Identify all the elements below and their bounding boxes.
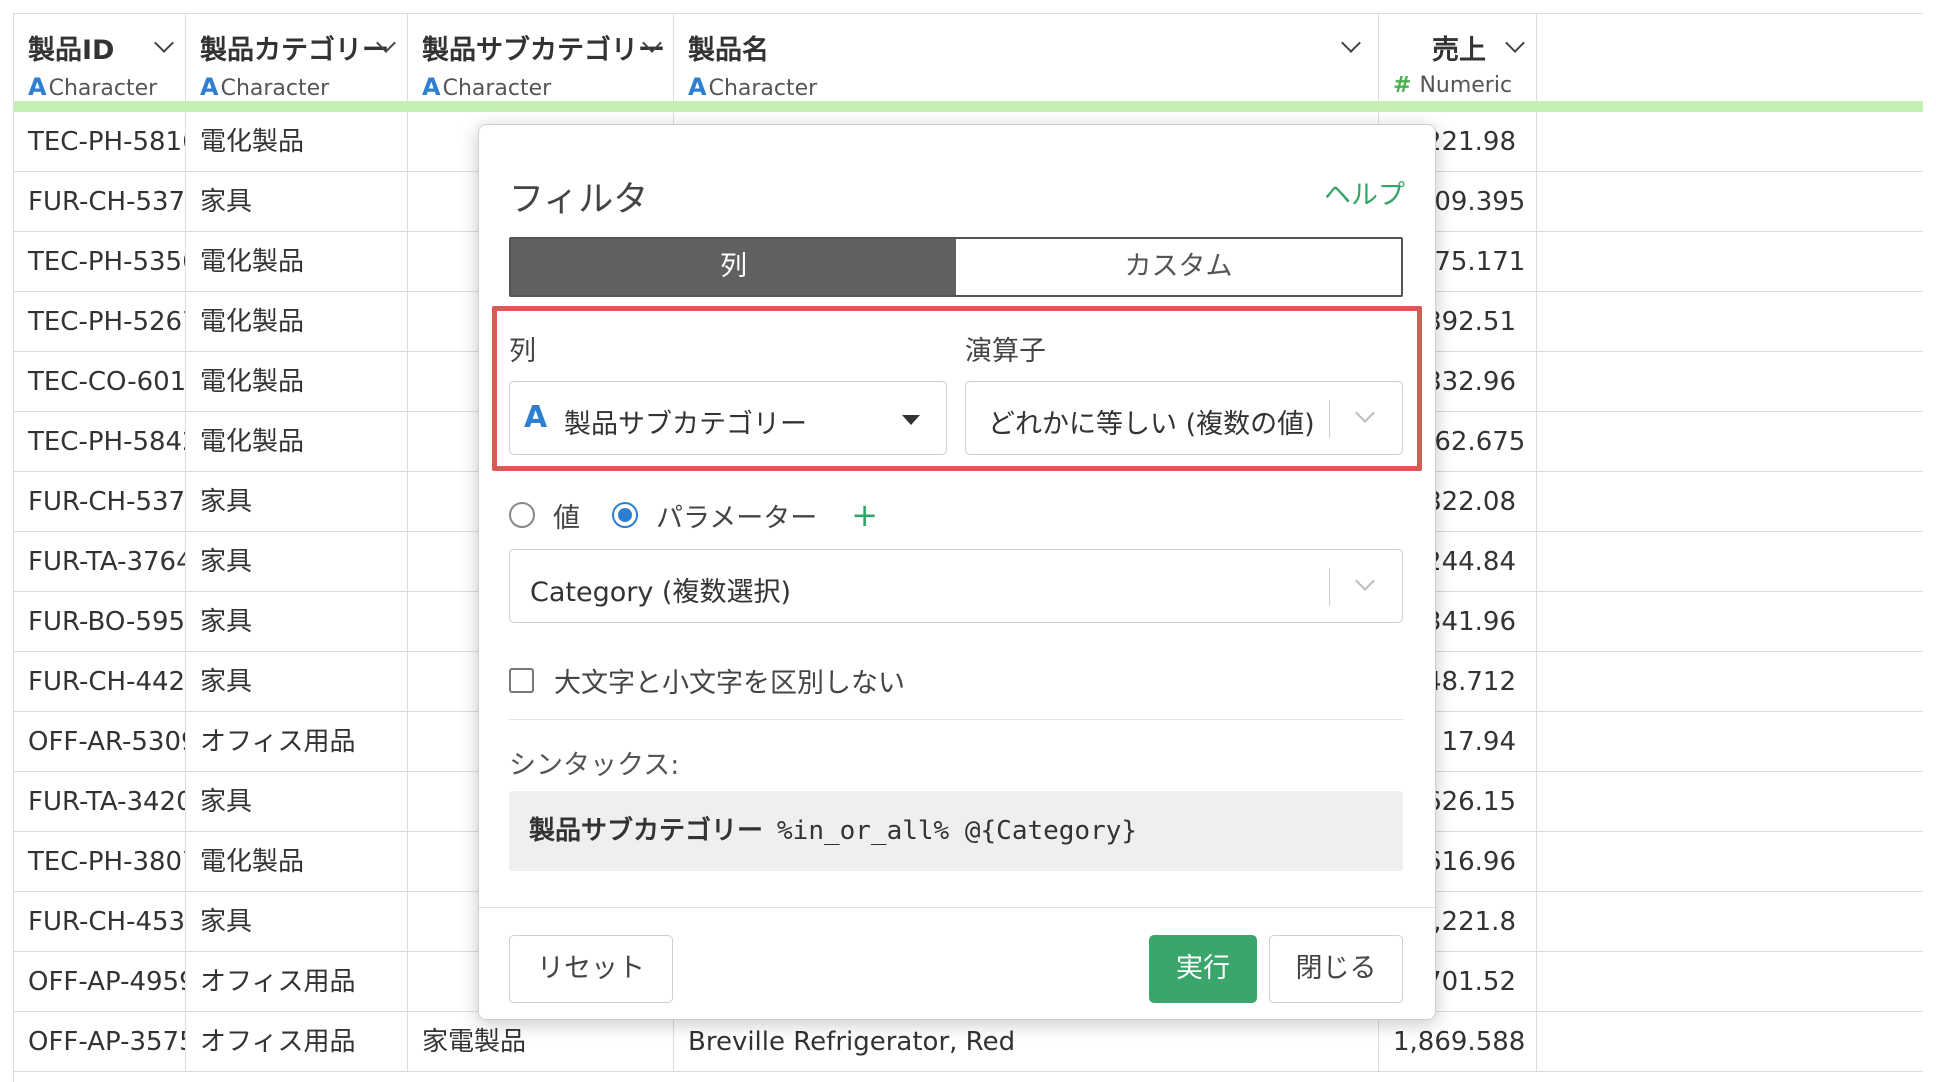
table-cell: FUR-CH-4421 (14, 652, 186, 712)
select-separator (1329, 400, 1330, 438)
table-cell: TEC-PH-5267 (14, 292, 186, 352)
filter-mode-tabs: 列 カスタム (509, 237, 1403, 297)
table-cell: 家具 (186, 892, 408, 952)
table-row[interactable]: OFF-AP-3575 オフィス用品 家電製品 Breville Refrigerat… (14, 1012, 1923, 1072)
dialog-title: フィルタ (509, 180, 649, 220)
table-cell: FUR-TA-3764 (14, 532, 186, 592)
table-cell: オフィス用品 (186, 952, 408, 1012)
column-name: 製品名 (688, 35, 769, 66)
parameter-select-value: Category (複数選択) (530, 577, 791, 608)
column-type: Character (220, 76, 330, 101)
table-cell: FUR-TA-3420 (14, 772, 186, 832)
table-header: 製品ID ACharacter 製品カテゴリー ACharacter 製品サブカ… (14, 13, 1923, 102)
character-type-icon: A (688, 73, 707, 101)
case-insensitive-option[interactable]: 大文字と小文字を区別しない (509, 661, 905, 700)
column-header-product-name[interactable]: 製品名 ACharacter (674, 14, 1379, 102)
help-link[interactable]: ヘルプ (1324, 173, 1405, 212)
syntax-column: 製品サブカテゴリー (529, 816, 764, 846)
syntax-expression: %in_or_all% @{Category} (777, 816, 1138, 846)
table-cell: 電化製品 (186, 292, 408, 352)
select-separator (1329, 568, 1330, 606)
table-cell: OFF-AP-3575 (14, 1012, 186, 1072)
run-button[interactable]: 実行 (1149, 935, 1257, 1003)
table-cell: 家具 (186, 652, 408, 712)
character-type-icon: A (524, 400, 548, 435)
table-cell: 電化製品 (186, 832, 408, 892)
table-cell: TEC-CO-6011 (14, 352, 186, 412)
add-parameter-icon[interactable]: + (851, 496, 878, 534)
tab-custom[interactable]: カスタム (956, 239, 1401, 295)
table-cell: Breville Refrigerator, Red (674, 1012, 1379, 1072)
table-cell: 電化製品 (186, 112, 408, 172)
column-select-value: 製品サブカテゴリー (564, 409, 807, 440)
table-cell: 家具 (186, 772, 408, 832)
table-cell: TEC-PH-5842 (14, 412, 186, 472)
character-type-icon: A (422, 73, 441, 101)
divider (479, 907, 1435, 908)
radio-value-label: 値 (553, 502, 580, 534)
table-cell: 家具 (186, 472, 408, 532)
syntax-label: シンタックス: (509, 750, 680, 781)
character-type-icon: A (200, 73, 219, 101)
operator-select-value: どれかに等しい (複数の値) (988, 409, 1315, 440)
radio-value[interactable] (509, 502, 535, 528)
column-header-sales[interactable]: 売上 # Numeric (1379, 14, 1537, 102)
table-cell: 家具 (186, 592, 408, 652)
column-label: 列 (509, 336, 536, 367)
table-cell: 家具 (186, 172, 408, 232)
table-cell: FUR-CH-5379 (14, 172, 186, 232)
column-header-subcategory[interactable]: 製品サブカテゴリー ACharacter (408, 14, 674, 102)
case-insensitive-label: 大文字と小文字を区別しない (554, 668, 905, 699)
table-cell: FUR-CH-4530 (14, 892, 186, 952)
chevron-down-icon (1355, 403, 1375, 423)
column-name: 製品カテゴリー (200, 35, 389, 66)
column-select[interactable]: A 製品サブカテゴリー (509, 381, 947, 455)
radio-parameter[interactable] (612, 502, 638, 528)
column-header-product-id[interactable]: 製品ID ACharacter (14, 14, 186, 102)
table-cell: 電化製品 (186, 352, 408, 412)
chevron-down-icon (1355, 571, 1375, 591)
syntax-preview: 製品サブカテゴリー %in_or_all% @{Category} (509, 791, 1403, 871)
column-name: 製品ID (28, 35, 115, 66)
column-header-category[interactable]: 製品カテゴリー ACharacter (186, 14, 408, 102)
operator-label: 演算子 (965, 336, 1046, 367)
numeric-type-icon: # (1393, 73, 1412, 98)
table-cell: 電化製品 (186, 232, 408, 292)
column-type: Character (442, 76, 552, 101)
table-cell: 家電製品 (408, 1012, 674, 1072)
table-cell: FUR-CH-5378 (14, 472, 186, 532)
table-cell: 1,869.588 (1379, 1012, 1537, 1072)
operator-select[interactable]: どれかに等しい (複数の値) (965, 381, 1403, 455)
reset-button[interactable]: リセット (509, 935, 673, 1003)
table-cell: オフィス用品 (186, 712, 408, 772)
radio-parameter-label: パラメーター (656, 502, 818, 534)
column-name: 売上 (1432, 35, 1486, 66)
filter-dialog: フィルタ ヘルプ 列 カスタム 列 演算子 A 製品サブカテゴリー どれかに等し… (478, 124, 1436, 1020)
table-cell: オフィス用品 (186, 1012, 408, 1072)
column-name: 製品サブカテゴリー (422, 35, 665, 66)
table-cell: FUR-BO-5957 (14, 592, 186, 652)
table-cell: OFF-AR-5309 (14, 712, 186, 772)
case-insensitive-checkbox[interactable] (509, 668, 534, 693)
close-button[interactable]: 閉じる (1269, 935, 1403, 1003)
header-quality-bar (14, 101, 1923, 112)
table-cell: 電化製品 (186, 412, 408, 472)
column-type: Character (708, 76, 818, 101)
column-type: Character (48, 76, 158, 101)
parameter-select[interactable]: Category (複数選択) (509, 549, 1403, 623)
column-type: Numeric (1419, 73, 1513, 98)
character-type-icon: A (28, 73, 47, 101)
table-cell: TEC-PH-5356 (14, 232, 186, 292)
divider (509, 719, 1403, 720)
table-cell: TEC-PH-5816 (14, 112, 186, 172)
table-cell: 家具 (186, 532, 408, 592)
tab-column[interactable]: 列 (511, 239, 956, 295)
value-type-radio-group: 値 パラメーター + (509, 495, 878, 535)
table-cell: OFF-AP-4959 (14, 952, 186, 1012)
caret-down-icon (902, 415, 920, 425)
table-cell: TEC-PH-3807 (14, 832, 186, 892)
